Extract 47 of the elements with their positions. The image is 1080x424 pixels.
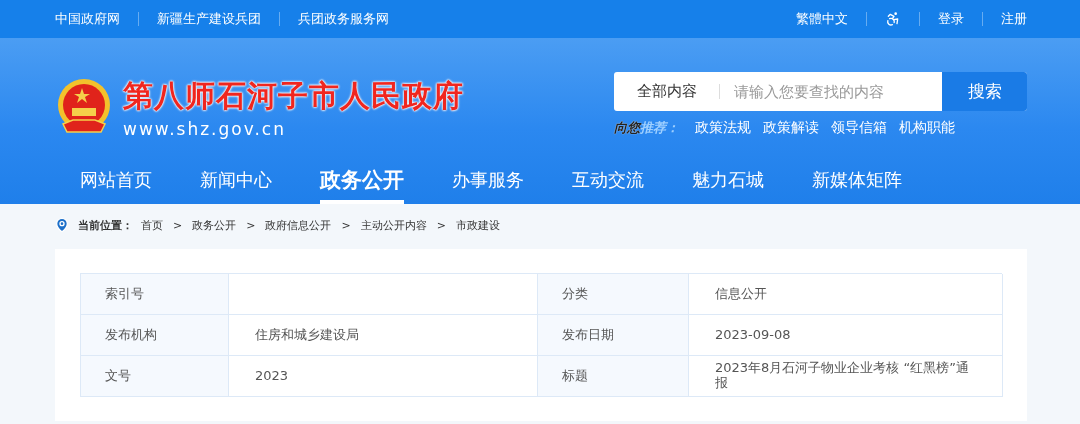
nav-tab[interactable]: 新闻中心 bbox=[200, 155, 272, 204]
field-value: 2023 bbox=[229, 356, 538, 397]
top-link[interactable]: 注册 bbox=[1001, 10, 1027, 28]
nav-tab[interactable]: 办事服务 bbox=[452, 155, 524, 204]
breadcrumb-link[interactable]: 首页 bbox=[141, 217, 163, 233]
breadcrumb-link[interactable]: 政府信息公开 bbox=[265, 217, 332, 233]
site-title: 第八师石河子市人民政府 bbox=[123, 76, 464, 115]
nav-tab[interactable]: 政务公开 bbox=[320, 155, 404, 204]
breadcrumb-link[interactable]: 政务公开 bbox=[192, 217, 237, 233]
nav-tab[interactable]: 互动交流 bbox=[572, 155, 644, 204]
emblem-icon bbox=[55, 78, 113, 136]
field-label: 分类 bbox=[538, 274, 689, 315]
top-link[interactable]: 中国政府网 bbox=[55, 10, 120, 28]
nav-tab[interactable]: 魅力石城 bbox=[692, 155, 764, 204]
field-label: 发布日期 bbox=[538, 315, 689, 356]
search-button[interactable]: 搜索 bbox=[942, 72, 1027, 111]
top-link[interactable]: 繁體中文 bbox=[796, 10, 848, 28]
breadcrumb-separator: > bbox=[341, 218, 351, 232]
recommend-label: 向您推荐： bbox=[614, 119, 679, 137]
recommend-link[interactable]: 领导信箱 bbox=[831, 119, 887, 137]
top-link[interactable]: 登录 bbox=[938, 10, 964, 28]
field-label: 标题 bbox=[538, 356, 689, 397]
recommend-link[interactable]: 机构职能 bbox=[899, 119, 955, 137]
top-link[interactable]: 新疆生产建设兵团 bbox=[157, 10, 261, 28]
breadcrumb-label: 当前位置： bbox=[78, 217, 133, 233]
field-label: 发布机构 bbox=[81, 315, 229, 356]
field-value: 住房和城乡建设局 bbox=[229, 315, 538, 356]
breadcrumb-link[interactable]: 市政建设 bbox=[455, 217, 500, 233]
field-value: 2023年8月石河子物业企业考核 “红黑榜”通报 bbox=[689, 356, 1003, 397]
breadcrumb-separator: > bbox=[436, 218, 446, 232]
breadcrumb-link[interactable]: 主动公开内容 bbox=[360, 217, 427, 233]
field-value: 2023-09-08 bbox=[689, 315, 1003, 356]
breadcrumb-separator: > bbox=[173, 218, 183, 232]
field-label: 索引号 bbox=[81, 274, 229, 315]
search-field[interactable]: 全部内容 请输入您要查找的内容 搜索 bbox=[614, 72, 1027, 111]
nav-tab[interactable]: 网站首页 bbox=[80, 155, 152, 204]
site-domain: www.shz.gov.cn bbox=[123, 118, 287, 139]
accessibility-icon[interactable] bbox=[885, 11, 901, 27]
top-link[interactable]: 兵团政务服务网 bbox=[298, 10, 389, 28]
location-pin-icon bbox=[54, 217, 70, 233]
search-scope[interactable]: 全部内容 bbox=[614, 72, 720, 111]
recommend-link[interactable]: 政策解读 bbox=[763, 119, 819, 137]
field-value: 信息公开 bbox=[689, 274, 1003, 315]
nav-tab[interactable]: 新媒体矩阵 bbox=[812, 155, 902, 204]
field-label: 文号 bbox=[81, 356, 229, 397]
breadcrumb-separator: > bbox=[246, 218, 256, 232]
recommend-link[interactable]: 政策法规 bbox=[695, 119, 751, 137]
